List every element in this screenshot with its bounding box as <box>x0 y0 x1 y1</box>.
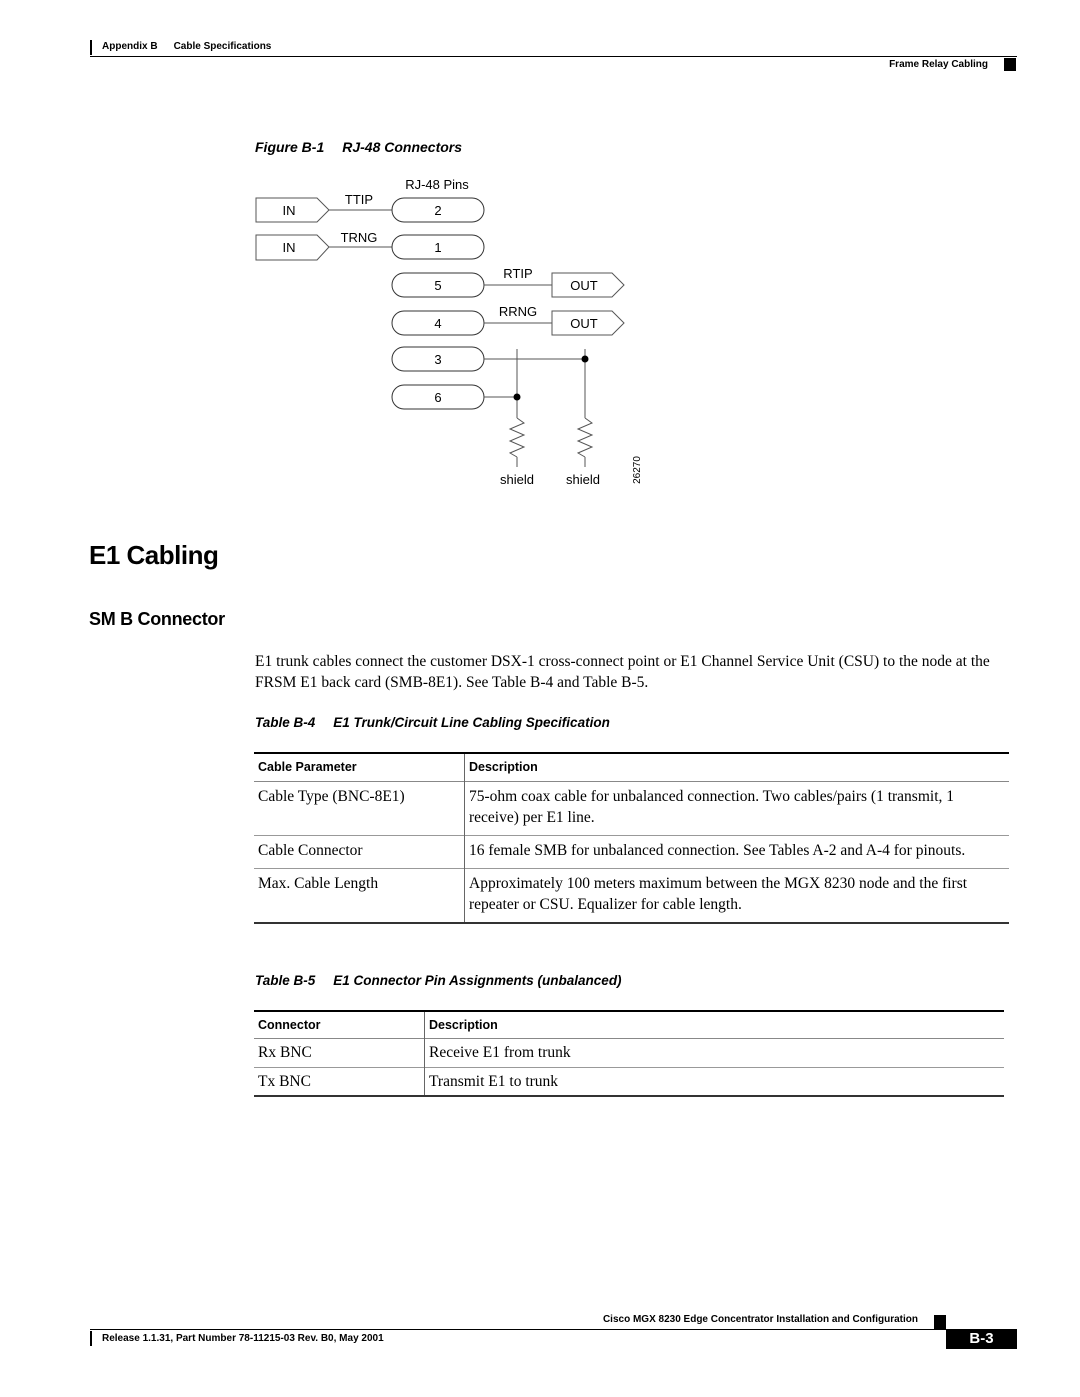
table-b4: Cable Parameter Description Cable Type (… <box>254 752 1009 924</box>
shield-pin-3: 3 <box>391 346 585 372</box>
table-row: Max. Cable Length Approximately 100 mete… <box>254 868 1009 923</box>
footer-release-info: Release 1.1.31, Part Number 78-11215-03 … <box>102 1333 384 1344</box>
shield-pin-6: 6 <box>391 384 517 410</box>
table-row: Cable Type (BNC-8E1) 75-ohm coax cable f… <box>254 781 1009 835</box>
table-number: Table B-5 <box>255 973 316 988</box>
cell-parameter: Cable Connector <box>254 835 465 868</box>
footer-book-title: Cisco MGX 8230 Edge Concentrator Install… <box>602 1314 918 1325</box>
table-row: Rx BNC Receive E1 from trunk <box>254 1038 1004 1067</box>
table-number: Table B-4 <box>255 715 316 730</box>
column-header: Cable Parameter <box>254 753 465 781</box>
table-title: E1 Trunk/Circuit Line Cabling Specificat… <box>333 715 610 730</box>
pin-number: 6 <box>434 390 441 405</box>
column-header: Connector <box>254 1011 425 1038</box>
shield-resistor-left <box>508 349 526 467</box>
cell-connector: Rx BNC <box>254 1038 425 1067</box>
cell-description: Approximately 100 meters maximum between… <box>469 874 968 913</box>
output-label: OUT <box>570 316 598 331</box>
body-paragraph: E1 trunk cables connect the customer DSX… <box>255 653 990 691</box>
table-row: Cable Connector 16 female SMB for unbala… <box>254 835 1009 868</box>
table-b5-caption: Table B-5 E1 Connector Pin Assignments (u… <box>255 973 622 988</box>
output-label: OUT <box>570 278 598 293</box>
footer-margin-bar <box>90 1331 92 1346</box>
cell-description: 16 female SMB for unbalanced connection.… <box>469 841 966 859</box>
pin-number: 1 <box>434 240 441 255</box>
rj48-pins-label: RJ-48 Pins <box>405 177 469 192</box>
pin-number: 3 <box>434 352 441 367</box>
cell-connector: Tx BNC <box>254 1067 425 1096</box>
input-row-ttip: IN TTIP 2 <box>255 192 485 223</box>
cell-parameter: Max. Cable Length <box>254 868 465 923</box>
pin-number: 4 <box>434 316 441 331</box>
output-row-rtip: 5 RTIP OUT <box>391 266 625 298</box>
input-label: IN <box>283 203 296 218</box>
pin-number: 5 <box>434 278 441 293</box>
signal-label: TTIP <box>345 192 373 207</box>
section-title: E1 Cabling <box>89 540 219 570</box>
input-row-trng: IN TRNG 1 <box>255 230 485 261</box>
output-row-rrng: 4 RRNG OUT <box>391 304 625 336</box>
table-header-row: Cable Parameter Description <box>254 753 1009 781</box>
table-b5: Connector Description Rx BNC Receive E1 … <box>254 1010 1004 1097</box>
cell-description: 75-ohm coax cable for unbalanced connect… <box>469 787 954 826</box>
figure-art-id: 26270 <box>632 456 643 484</box>
table-b4-caption: Table B-4 E1 Trunk/Circuit Line Cabling S… <box>255 715 610 730</box>
subsection-title: SM B Connector <box>89 609 225 629</box>
shield-label: shield <box>566 472 600 487</box>
signal-label: RRNG <box>499 304 537 319</box>
cell-description: Transmit E1 to trunk <box>429 1072 559 1090</box>
cell-description: Receive E1 from trunk <box>429 1044 571 1061</box>
table-row: Tx BNC Transmit E1 to trunk <box>254 1067 1004 1096</box>
shield-label: shield <box>500 472 534 487</box>
junction-dot <box>581 355 589 363</box>
signal-label: RTIP <box>503 266 532 281</box>
junction-dot <box>513 393 521 401</box>
table-header-row: Connector Description <box>254 1011 1004 1038</box>
column-header: Description <box>429 1017 498 1032</box>
pin-number: 2 <box>434 203 441 218</box>
page-number: B-3 <box>946 1329 1017 1349</box>
table-title: E1 Connector Pin Assignments (unbalanced… <box>333 973 622 988</box>
signal-label: TRNG <box>341 230 378 245</box>
shield-resistor-right <box>576 349 594 467</box>
rj48-connector-diagram: RJ-48 Pins IN TTIP 2 IN TRNG 1 5 RTIP OU <box>255 177 643 487</box>
footer-rule <box>90 1329 1017 1330</box>
cell-parameter: Cable Type (BNC-8E1) <box>254 781 465 835</box>
input-label: IN <box>283 240 296 255</box>
column-header: Description <box>469 760 538 775</box>
footer-marker-block <box>934 1315 946 1329</box>
